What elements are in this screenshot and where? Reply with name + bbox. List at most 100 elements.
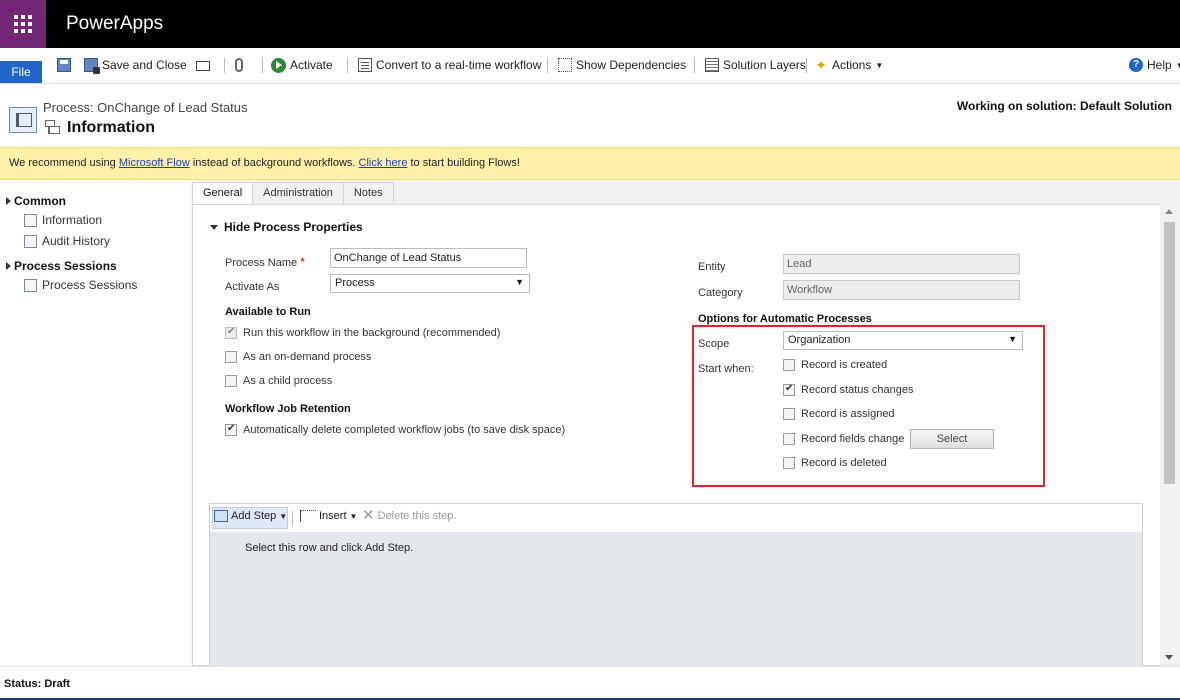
help-label: Help [1147, 58, 1172, 72]
notification-text: to start building Flows! [407, 157, 520, 169]
expand-icon [6, 262, 11, 270]
microsoft-flow-link[interactable]: Microsoft Flow [119, 157, 190, 169]
workflow-steps-panel: Add Step ▼ Insert ▼ ✕ Delete this step. … [209, 503, 1143, 668]
waffle-icon [14, 15, 32, 33]
category-field [783, 280, 1020, 300]
vertical-scrollbar[interactable] [1160, 204, 1178, 666]
command-ribbon: File Save and Close Activate Convert to … [0, 48, 1180, 84]
nav-item-label: Information [42, 213, 103, 227]
highlight-box [692, 325, 1045, 487]
auto-delete-row: Automatically delete completed workflow … [225, 423, 566, 436]
click-here-link[interactable]: Click here [359, 157, 408, 169]
save-and-close-button[interactable]: Save and Close [84, 56, 187, 74]
attach-button[interactable] [235, 56, 243, 74]
form-tabs: General Administration Notes [192, 182, 394, 204]
actions-icon: ✦ [815, 57, 827, 73]
scroll-up-icon[interactable] [1165, 209, 1173, 214]
tab-administration[interactable]: Administration [252, 182, 344, 204]
auto-delete-checkbox[interactable] [225, 423, 237, 436]
add-step-button[interactable]: Add Step ▼ [214, 510, 287, 522]
app-launcher-button[interactable] [0, 0, 46, 48]
save-button[interactable] [57, 56, 71, 74]
convert-realtime-button[interactable]: Convert to a real-time workflow [358, 56, 541, 74]
entity-label: Entity [698, 261, 726, 273]
entity-field [783, 254, 1020, 274]
steps-list[interactable]: Select this row and click Add Step. [210, 532, 1142, 668]
delete-step-label: Delete this step. [377, 510, 457, 522]
options-heading: Options for Automatic Processes [698, 313, 872, 325]
process-sessions-icon [24, 278, 37, 292]
available-to-run-heading: Available to Run [225, 306, 311, 318]
form-selector-icon[interactable] [44, 120, 60, 134]
insert-label: Insert [319, 510, 347, 522]
show-dependencies-label: Show Dependencies [576, 58, 687, 72]
status-bar: Status: Draft [0, 666, 1180, 700]
on-demand-label: As an on-demand process [243, 351, 372, 363]
print-icon [196, 61, 210, 71]
nav-item-audit-history[interactable]: Audit History [24, 234, 110, 248]
run-background-checkbox[interactable] [225, 326, 237, 339]
ribbon-separator [694, 58, 695, 73]
record-breadcrumb: Process: OnChange of Lead Status [43, 100, 248, 115]
solution-layers-button[interactable]: Solution Layers [705, 56, 806, 74]
app-name[interactable]: PowerApps [66, 13, 163, 35]
run-background-row: Run this workflow in the background (rec… [225, 326, 501, 339]
child-process-label: As a child process [243, 375, 333, 387]
tab-general[interactable]: General [192, 182, 254, 204]
scroll-down-icon[interactable] [1165, 655, 1173, 660]
print-button[interactable] [196, 56, 210, 74]
status-text: Status: Draft [4, 678, 71, 690]
nav-group-process-sessions[interactable]: Process Sessions [6, 259, 117, 273]
dependencies-icon [558, 58, 572, 72]
tab-notes[interactable]: Notes [342, 182, 394, 204]
chevron-down-icon: ▼ [349, 511, 358, 521]
solution-label: Working on solution: Default Solution [956, 99, 1172, 113]
add-step-label: Add Step [231, 510, 277, 522]
section-toggle[interactable]: Hide Process Properties [210, 220, 363, 234]
ribbon-separator [262, 58, 263, 73]
steps-empty-message: Select this row and click Add Step. [245, 542, 414, 554]
collapse-icon [210, 224, 218, 230]
activate-as-label: Activate As [225, 281, 280, 293]
information-icon [24, 213, 37, 227]
process-entity-icon [9, 107, 37, 133]
nav-group-label: Process Sessions [14, 259, 117, 273]
scrollbar-thumb[interactable] [1164, 222, 1175, 484]
convert-label: Convert to a real-time workflow [376, 58, 542, 72]
nav-item-label: Process Sessions [42, 278, 138, 292]
delete-step-button[interactable]: ✕ Delete this step. [362, 508, 457, 523]
save-and-close-label: Save and Close [102, 58, 187, 72]
help-icon: ? [1129, 58, 1143, 72]
activate-button[interactable]: Activate [271, 56, 333, 74]
activate-as-select[interactable]: Process [330, 274, 530, 293]
nav-group-common[interactable]: Common [6, 194, 66, 208]
actions-menu-button[interactable]: ✦ Actions ▼ [814, 56, 883, 74]
insert-button[interactable]: Insert ▼ [300, 510, 357, 522]
insert-icon [300, 510, 316, 522]
save-close-icon [84, 58, 100, 74]
nav-item-information[interactable]: Information [24, 213, 102, 227]
nav-item-process-sessions[interactable]: Process Sessions [24, 278, 137, 292]
run-background-label: Run this workflow in the background (rec… [243, 327, 501, 339]
file-button[interactable]: File [0, 61, 42, 83]
page-title[interactable]: Information [67, 119, 155, 137]
section-title: Hide Process Properties [224, 220, 363, 234]
ribbon-separator [547, 58, 548, 73]
activate-label: Activate [290, 58, 333, 72]
help-menu-button[interactable]: ? Help ▼ [1129, 56, 1180, 74]
chevron-down-icon: ▼ [875, 60, 884, 70]
nav-item-label: Audit History [42, 234, 111, 248]
convert-icon [358, 58, 372, 72]
solution-layers-label: Solution Layers [723, 58, 806, 72]
category-label: Category [698, 287, 743, 299]
ribbon-separator [806, 58, 807, 73]
chevron-down-icon: ▼ [1175, 60, 1180, 70]
nav-group-label: Common [14, 194, 66, 208]
show-dependencies-button[interactable]: Show Dependencies [558, 56, 686, 74]
auto-delete-label: Automatically delete completed workflow … [243, 424, 566, 436]
on-demand-checkbox[interactable] [225, 351, 237, 363]
audit-history-icon [24, 234, 37, 248]
process-name-input[interactable] [330, 248, 527, 268]
job-retention-heading: Workflow Job Retention [225, 403, 351, 415]
child-process-checkbox[interactable] [225, 375, 237, 387]
